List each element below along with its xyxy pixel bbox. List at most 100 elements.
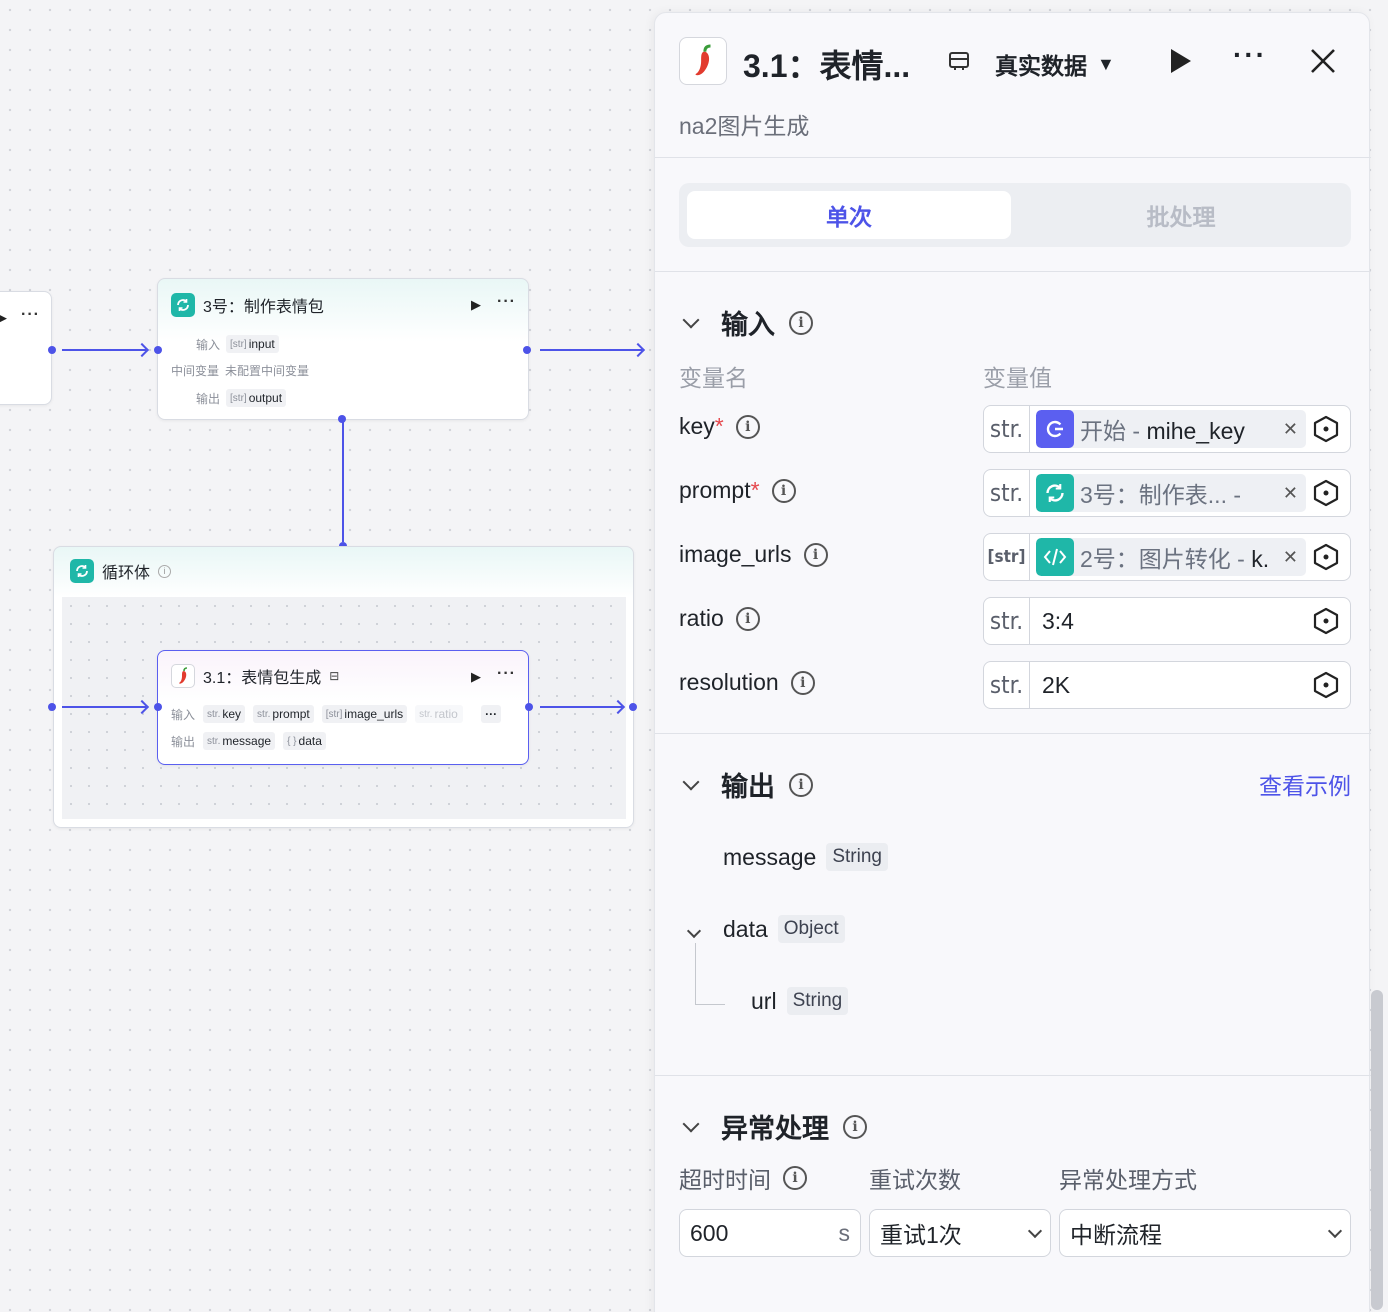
info-icon[interactable]: i [735,606,760,631]
image-urls-value-field[interactable]: [str] 2号：图片转化 - k. ✕ [983,533,1351,581]
type-str[interactable]: str. [984,470,1030,516]
port-dot[interactable] [525,703,533,711]
input-section-title: 输入 [721,310,775,340]
info-icon[interactable]: i [803,542,828,567]
type-str[interactable]: str. [984,598,1030,644]
output-tag-message: str. message [203,732,276,750]
type-str[interactable]: str. [984,662,1030,708]
var-ratio: ratio i [679,605,760,632]
reference-chip[interactable]: 开始 - mihe_key ✕ [1036,410,1306,448]
connection-arrow [134,342,150,358]
panel-title[interactable]: 3.1：表情... [743,41,910,87]
input-label: 输入 [171,707,196,722]
info-icon[interactable]: i [843,1114,867,1139]
node-title: 3.1：表情包生成 [203,670,322,687]
clear-icon[interactable]: ✕ [1283,547,1298,568]
tree-connector [695,943,725,1005]
timeout-label: 超时时间 i [679,1161,807,1195]
loop-icon [171,293,195,317]
close-button[interactable] [1309,47,1337,80]
port-dot[interactable] [629,703,637,711]
var-image-urls: image_urls i [679,541,828,568]
partial-left-node[interactable]: ▶ ··· [0,291,52,405]
retry-select[interactable]: 重试1次 [869,1209,1051,1257]
chevron-down-icon [1027,1223,1043,1238]
tab-batch[interactable]: 批处理 [1019,191,1343,239]
panel-scrollbar[interactable] [1371,990,1383,1310]
input-label: 输入 [196,337,221,352]
more-icon[interactable]: ··· [21,306,40,324]
node-title: 3号：制作表情包 [203,299,324,316]
clear-icon[interactable]: ✕ [1283,419,1298,440]
play-icon[interactable]: ▶ [0,310,7,326]
variable-hex-icon[interactable] [1312,671,1340,699]
resolution-value[interactable]: 2K [1042,672,1070,699]
resolution-value-field[interactable]: str. 2K [983,661,1351,709]
prompt-value-field[interactable]: str. 3号：制作表... - ✕ [983,469,1351,517]
ratio-value-field[interactable]: str. 3:4 [983,597,1351,645]
input-section-header[interactable]: 输入 i [682,303,813,342]
chevron-down-icon[interactable] [682,311,700,328]
connection-line [540,349,642,351]
output-field-data: data Object [723,915,845,943]
reference-chip[interactable]: 3号：制作表... - ✕ [1036,474,1306,512]
timeout-input[interactable]: 600 s [679,1209,861,1257]
panel-subtitle: na2图片生成 [679,113,810,139]
ratio-value[interactable]: 3:4 [1042,608,1074,635]
info-icon[interactable]: i [789,310,813,335]
info-icon[interactable]: i [771,478,796,503]
more-icon[interactable]: ··· [497,293,516,311]
reference-chip[interactable]: 2号：图片转化 - k. ✕ [1036,538,1306,576]
output-section-header[interactable]: 输出 i [682,765,813,804]
port-dot[interactable] [154,703,162,711]
more-tags-icon[interactable]: ··· [481,705,502,723]
start-icon [1036,410,1074,448]
key-value-field[interactable]: str. 开始 - mihe_key ✕ [983,405,1351,453]
view-example-link[interactable]: 查看示例 [1259,767,1351,801]
info-icon[interactable]: i [783,1166,807,1190]
port-dot[interactable] [48,346,56,354]
loop-icon [1036,474,1074,512]
node-3-make-emoji[interactable]: 3号：制作表情包 ▶ ··· 输入 [str] input 中间变量 未配置中间变… [157,278,529,420]
tab-single[interactable]: 单次 [687,191,1011,239]
type-str-array[interactable]: [str] [984,534,1030,580]
play-icon[interactable]: ▶ [471,297,481,313]
error-section-header[interactable]: 异常处理 i [682,1107,867,1146]
variable-hex-icon[interactable] [1312,607,1340,635]
chevron-down-icon[interactable] [682,1115,700,1132]
chevron-down-icon[interactable] [686,923,702,939]
data-mode-select[interactable]: 真实数据 ▼ [995,47,1115,81]
chili-icon [171,664,195,688]
port-dot[interactable] [154,346,162,354]
data-mode-icon[interactable] [947,49,971,78]
info-icon[interactable]: i [735,414,760,439]
variable-hex-icon[interactable] [1312,415,1340,443]
play-icon[interactable]: ▶ [471,669,481,685]
type-str[interactable]: str. [984,406,1030,452]
error-mode-select[interactable]: 中断流程 [1059,1209,1351,1257]
clear-icon[interactable]: ✕ [1283,483,1298,504]
var-key: key * i [679,413,760,440]
input-tag-image-urls: [str] image_urls [321,705,408,723]
run-button[interactable] [1167,47,1193,80]
more-icon[interactable]: ··· [1233,39,1267,71]
input-tag-ratio: str. ratio [415,705,464,723]
loop-title: 循环体 [102,565,151,582]
variable-hex-icon[interactable] [1312,479,1340,507]
chevron-down-icon [1327,1223,1343,1238]
info-icon[interactable]: i [789,772,813,797]
var-resolution: resolution i [679,669,815,696]
variable-hex-icon[interactable] [1312,543,1340,571]
port-dot[interactable] [48,703,56,711]
node-3-1-emoji-generate[interactable]: 3.1：表情包生成 ⊟ ▶ ··· 输入 str. key str. prompt … [157,650,529,765]
more-icon[interactable]: ··· [497,665,516,683]
midvar-value: 未配置中间变量 [225,364,310,378]
error-section-title: 异常处理 [721,1114,829,1144]
info-icon[interactable]: i [790,670,815,695]
error-mode-label: 异常处理方式 [1059,1167,1197,1193]
port-dot[interactable] [523,346,531,354]
data-mode-icon: ⊟ [329,669,340,683]
chevron-down-icon[interactable] [682,773,700,790]
output-field-url: url String [751,987,849,1015]
connection-line [62,349,146,351]
